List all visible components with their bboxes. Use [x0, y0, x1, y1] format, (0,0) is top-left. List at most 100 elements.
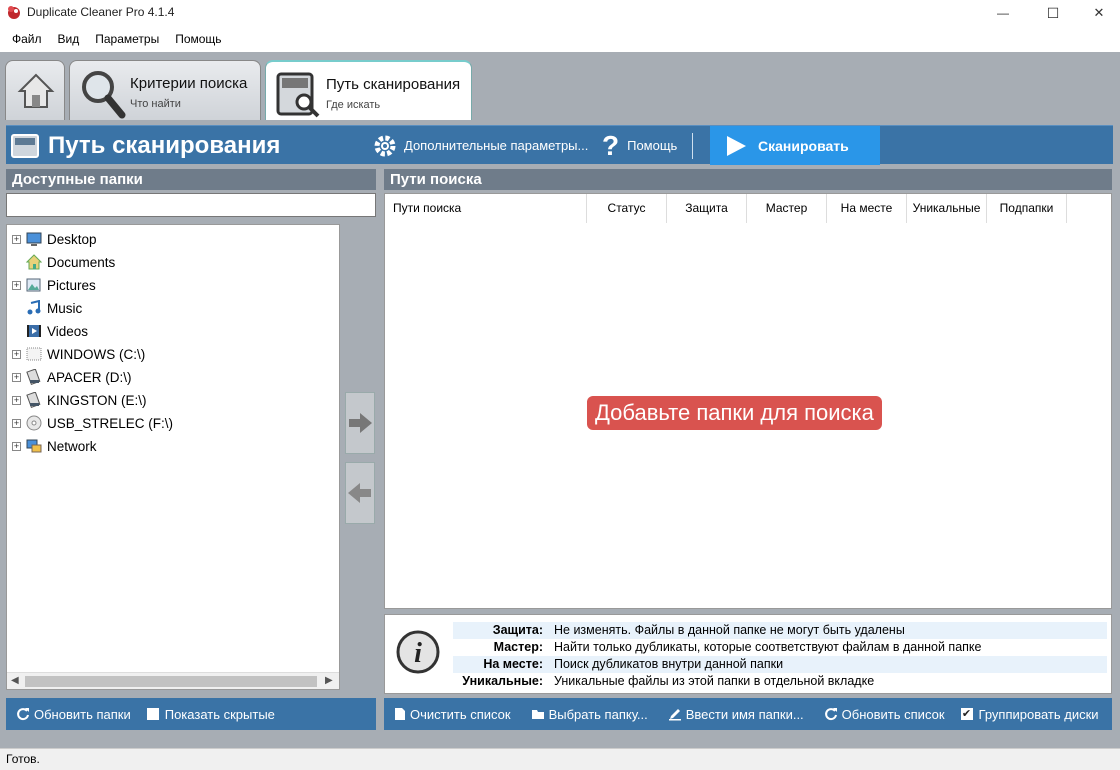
scroll-left-icon[interactable]: ◀	[11, 675, 19, 686]
expand-icon[interactable]: +	[12, 349, 21, 359]
refresh-folders-label: Обновить папки	[34, 706, 131, 722]
add-folder-arrow-button[interactable]	[345, 392, 375, 454]
home-icon	[17, 73, 55, 108]
folder-tree[interactable]: + Network + USB_STRELEC (F:\) + KINGSTON (E:\…	[6, 224, 340, 690]
documents-icon	[26, 254, 42, 270]
tree-item[interactable]: + Pictures	[7, 274, 337, 296]
legend-unique: Уникальные: Уникальные файлы из этой пап…	[462, 674, 875, 688]
usb-drive-icon	[26, 392, 41, 408]
col-status[interactable]: Статус	[587, 194, 667, 223]
menu-settings[interactable]: Параметры	[87, 32, 167, 46]
search-paths-header: Пути поиска	[384, 169, 1112, 190]
tree-item-label: Network	[47, 438, 97, 454]
tree-item-label: Desktop	[47, 231, 97, 247]
advanced-settings-label: Дополнительные параметры...	[404, 138, 589, 153]
tab-strip: Критерии поиска Что найти Путь сканирова…	[0, 52, 1120, 120]
tab-criteria-subtitle: Что найти	[130, 98, 181, 110]
scrollbar-thumb[interactable]	[25, 676, 317, 687]
menu-view[interactable]: Вид	[50, 32, 88, 46]
usb-drive-icon	[26, 369, 41, 385]
show-hidden-box[interactable]	[146, 708, 159, 720]
tree-item[interactable]: Documents	[7, 251, 337, 273]
tree-item[interactable]: + APACER (D:\)	[7, 366, 337, 388]
expand-icon[interactable]: +	[12, 280, 21, 290]
main-frame: Путь сканирования Дополнительные парамет…	[0, 120, 1120, 748]
menu-bar: Файл Вид Параметры Помощь	[0, 26, 1120, 52]
menu-file[interactable]: Файл	[4, 32, 50, 46]
tree-item-label: APACER (D:\)	[47, 369, 132, 385]
refresh-icon	[824, 708, 837, 721]
col-subfolders[interactable]: Подпапки	[987, 194, 1067, 223]
remove-folder-arrow-button[interactable]	[345, 462, 375, 524]
col-unique[interactable]: Уникальные	[907, 194, 987, 223]
col-inplace[interactable]: На месте	[827, 194, 907, 223]
pictures-icon	[26, 278, 41, 292]
search-paths-list[interactable]: Пути поиска Статус Защита Мастер На мест…	[384, 193, 1112, 609]
scroll-right-icon[interactable]: ▶	[325, 675, 333, 686]
group-drives-box[interactable]: ✔	[960, 708, 973, 720]
col-protect[interactable]: Защита	[667, 194, 747, 223]
minimize-icon: —	[997, 6, 1009, 20]
pencil-icon	[668, 709, 681, 721]
expand-icon[interactable]: +	[12, 418, 21, 428]
minimize-button[interactable]: —	[980, 0, 1026, 26]
checkmark-icon: ✔	[961, 708, 972, 720]
tree-item[interactable]: + USB_STRELEC (F:\)	[7, 412, 337, 434]
help-label: Помощь	[627, 138, 678, 153]
desktop-icon	[26, 232, 42, 246]
col-path[interactable]: Пути поиска	[385, 194, 587, 223]
legend-protect: Защита: Не изменять. Файлы в данной папк…	[453, 622, 1107, 639]
tab-search-criteria[interactable]: Критерии поиска Что найти	[69, 60, 261, 120]
empty-list-message: Добавьте папки для поиска	[587, 396, 882, 430]
show-hidden-checkbox[interactable]: Показать скрытые	[146, 707, 275, 722]
maximize-button[interactable]: ☐	[1030, 0, 1076, 26]
tab-home[interactable]	[5, 60, 65, 120]
drive-icon	[26, 347, 42, 361]
enter-folder-name-button[interactable]: Ввести имя папки...	[668, 707, 804, 722]
arrow-right-icon	[349, 413, 372, 433]
tree-item[interactable]: Music	[7, 297, 337, 319]
folder-filter-input[interactable]	[6, 193, 376, 217]
tree-item[interactable]: + Desktop	[7, 228, 337, 250]
tree-item-label: Documents	[47, 254, 116, 270]
play-icon	[727, 135, 746, 156]
tab-criteria-title: Критерии поиска	[130, 75, 248, 92]
refresh-folders-button[interactable]: Обновить папки	[16, 707, 131, 722]
refresh-icon	[17, 708, 29, 721]
status-bar: Готов.	[0, 748, 1120, 770]
refresh-list-button[interactable]: Обновить список	[824, 707, 945, 722]
tab-scan-path[interactable]: Путь сканирования Где искать	[265, 60, 472, 120]
folder-icon	[531, 710, 544, 719]
question-icon: ?	[602, 129, 620, 161]
legend-panel: i Защита: Не изменять. Файлы в данной па…	[384, 614, 1112, 694]
tree-horizontal-scrollbar[interactable]: ◀ ▶	[7, 672, 339, 689]
left-toolbar: Обновить папки Показать скрытые	[6, 698, 376, 730]
page-title: Путь сканирования	[48, 132, 281, 159]
group-drives-checkbox[interactable]: ✔ Группировать диски	[960, 707, 1099, 722]
right-toolbar: Очистить список Выбрать папку... Ввести …	[384, 698, 1112, 730]
col-master[interactable]: Мастер	[747, 194, 827, 223]
tree-item[interactable]: Videos	[7, 320, 337, 342]
advanced-settings-button[interactable]: Дополнительные параметры...	[372, 126, 588, 165]
arrow-left-icon	[348, 483, 371, 503]
tree-item[interactable]: + WINDOWS (C:\)	[7, 343, 337, 365]
page-header: Путь сканирования Дополнительные парамет…	[6, 125, 1113, 165]
maximize-icon: ☐	[1046, 4, 1060, 21]
menu-help[interactable]: Помощь	[167, 32, 229, 46]
close-button[interactable]: ✕	[1076, 0, 1120, 26]
clear-list-button[interactable]: Очистить список	[394, 707, 511, 722]
choose-folder-button[interactable]: Выбрать папку...	[531, 707, 648, 722]
tree-item-label: Music	[47, 300, 83, 316]
expand-icon[interactable]: +	[12, 372, 21, 382]
expand-icon[interactable]: +	[12, 395, 21, 405]
help-button[interactable]: ? Помощь	[602, 126, 677, 165]
tree-item[interactable]: + KINGSTON (E:\)	[7, 389, 337, 411]
tab-path-title: Путь сканирования	[326, 76, 461, 93]
svg-text:i: i	[414, 638, 422, 669]
expand-icon[interactable]: +	[12, 234, 21, 244]
legend-inplace: На месте: Поиск дубликатов внутри данной…	[453, 656, 1107, 673]
expand-icon[interactable]: +	[12, 441, 21, 451]
gear-icon	[374, 135, 396, 156]
tree-item[interactable]: + Network	[7, 435, 337, 457]
scan-button[interactable]: Сканировать	[710, 126, 880, 165]
